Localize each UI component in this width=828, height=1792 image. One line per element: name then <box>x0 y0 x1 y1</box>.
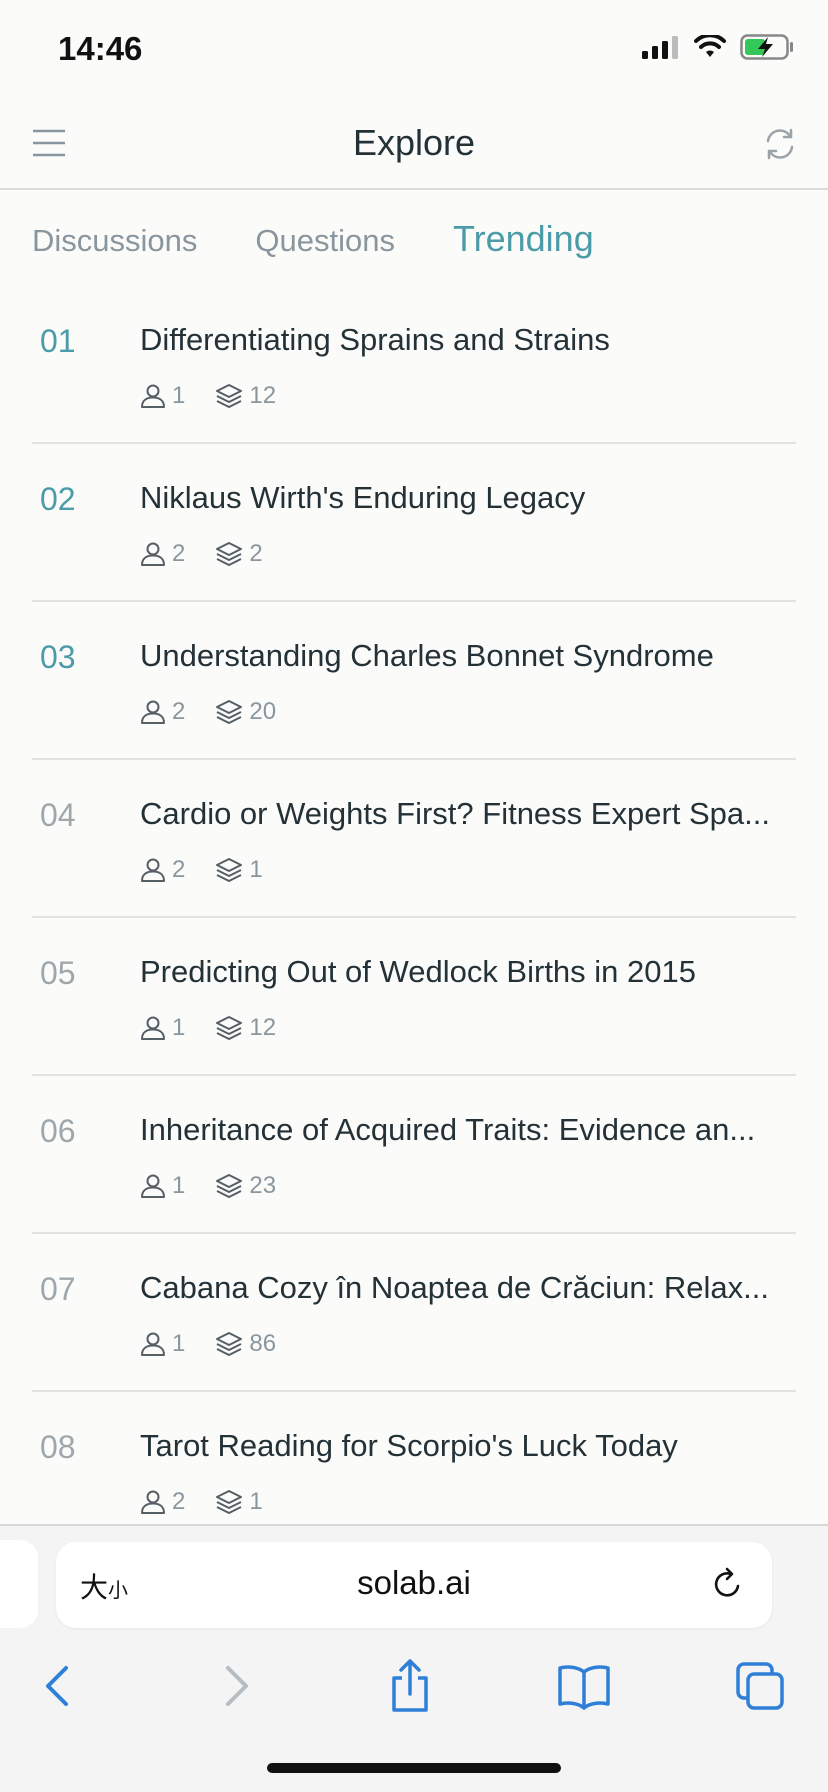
url-text: solab.ai <box>357 1564 471 1601</box>
user-icon <box>140 541 166 567</box>
tab-questions[interactable]: Questions <box>255 223 395 259</box>
participant-count: 1 <box>172 1014 186 1041</box>
message-count: 86 <box>249 1330 277 1357</box>
browser-toolbar: 大小 solab.ai <box>0 1524 828 1792</box>
signal-icon <box>642 36 678 59</box>
page-title: Explore <box>352 122 476 163</box>
item-meta: 21 <box>140 1488 293 1516</box>
message-count: 1 <box>249 856 263 883</box>
rank-number: 03 <box>40 639 76 675</box>
item-meta: 2 20 <box>140 698 306 726</box>
item-meta: 1 12 <box>140 382 306 410</box>
participant-count: 2 <box>172 540 186 567</box>
list-item[interactable]: 07 Cabana Cozy în Noaptea de Crăciun: Rel… <box>32 1234 796 1392</box>
layers-icon <box>215 1488 243 1516</box>
item-title: Tarot Reading for Scorpio's Luck Today <box>140 1428 678 1463</box>
item-title: Cardio or Weights First? Fitness Expert … <box>140 796 770 831</box>
battery-charging-icon <box>740 34 793 60</box>
address-bar[interactable]: 大小 solab.ai <box>56 1542 772 1628</box>
user-icon <box>140 383 166 409</box>
user-icon <box>140 857 166 883</box>
user-icon <box>140 1489 166 1515</box>
item-meta: 22 <box>140 540 293 568</box>
layers-icon <box>215 1014 243 1042</box>
item-meta: 1 23 <box>140 1172 306 1200</box>
user-icon <box>140 1015 166 1041</box>
item-title: Niklaus Wirth's Enduring Legacy <box>140 480 586 515</box>
reload-icon[interactable] <box>710 1566 746 1602</box>
participant-count: 1 <box>172 1330 186 1357</box>
refresh-icon[interactable] <box>762 126 798 162</box>
tab-bar: Discussions Questions Trending <box>32 218 594 260</box>
forward-icon[interactable] <box>206 1656 266 1716</box>
message-count: 20 <box>249 698 277 725</box>
item-meta: 1 86 <box>140 1330 306 1358</box>
status-bar: 14:46 <box>0 0 828 100</box>
user-icon <box>140 699 166 725</box>
item-title: Inheritance of Acquired Traits: Evidence… <box>140 1112 756 1147</box>
list-item[interactable]: 05 Predicting Out of Wedlock Births in 20… <box>32 918 796 1076</box>
participant-count: 2 <box>172 1488 186 1515</box>
item-title: Understanding Charles Bonnet Syndrome <box>140 638 714 673</box>
participant-count: 2 <box>172 856 186 883</box>
previous-tab-card[interactable] <box>0 1540 38 1628</box>
rank-number: 06 <box>40 1113 76 1149</box>
nav-toolbar <box>0 1656 828 1752</box>
message-count: 1 <box>249 1488 263 1515</box>
rank-number: 04 <box>40 797 76 833</box>
status-icons <box>642 34 794 60</box>
rank-number: 01 <box>40 323 76 359</box>
layers-icon <box>215 1330 243 1358</box>
tab-discussions[interactable]: Discussions <box>32 223 197 259</box>
tab-trending[interactable]: Trending <box>453 218 594 260</box>
share-icon[interactable] <box>380 1656 440 1716</box>
message-count: 12 <box>249 382 277 409</box>
layers-icon <box>215 698 243 726</box>
status-time: 14:46 <box>58 30 143 67</box>
item-title: Predicting Out of Wedlock Births in 2015 <box>140 954 696 989</box>
tabs-icon[interactable] <box>730 1656 790 1716</box>
participant-count: 1 <box>172 382 186 409</box>
participant-count: 2 <box>172 698 186 725</box>
layers-icon <box>215 540 243 568</box>
user-icon <box>140 1331 166 1357</box>
rank-number: 07 <box>40 1271 76 1307</box>
item-meta: 1 12 <box>140 1014 306 1042</box>
layers-icon <box>215 856 243 884</box>
list-item[interactable]: 04 Cardio or Weights First? Fitness Exper… <box>32 760 796 918</box>
bookmarks-icon[interactable] <box>554 1656 614 1716</box>
list-item[interactable]: 02 Niklaus Wirth's Enduring Legacy 2 2 <box>32 444 796 602</box>
message-count: 2 <box>249 540 263 567</box>
message-count: 12 <box>249 1014 277 1041</box>
item-title: Cabana Cozy în Noaptea de Crăciun: Relax… <box>140 1270 769 1305</box>
item-meta: 21 <box>140 856 293 884</box>
home-indicator <box>267 1763 561 1773</box>
rank-number: 02 <box>40 481 76 517</box>
participant-count: 1 <box>172 1172 186 1199</box>
message-count: 23 <box>249 1172 277 1199</box>
list-item[interactable]: 01 Differentiating Sprains and Strains 1 12 <box>32 286 796 444</box>
rank-number: 08 <box>40 1429 76 1465</box>
rank-number: 05 <box>40 955 76 991</box>
layers-icon <box>215 382 243 410</box>
user-icon <box>140 1173 166 1199</box>
list-item[interactable]: 03 Understanding Charles Bonnet Syndrome 2… <box>32 602 796 760</box>
app-header: Explore <box>0 100 828 190</box>
list-item[interactable]: 06 Inheritance of Acquired Traits: Eviden… <box>32 1076 796 1234</box>
trending-list: 01 Differentiating Sprains and Strains 1 12… <box>0 286 828 1550</box>
back-icon[interactable] <box>28 1656 88 1716</box>
wifi-icon <box>694 35 726 57</box>
layers-icon <box>215 1172 243 1200</box>
item-title: Differentiating Sprains and Strains <box>140 322 610 357</box>
